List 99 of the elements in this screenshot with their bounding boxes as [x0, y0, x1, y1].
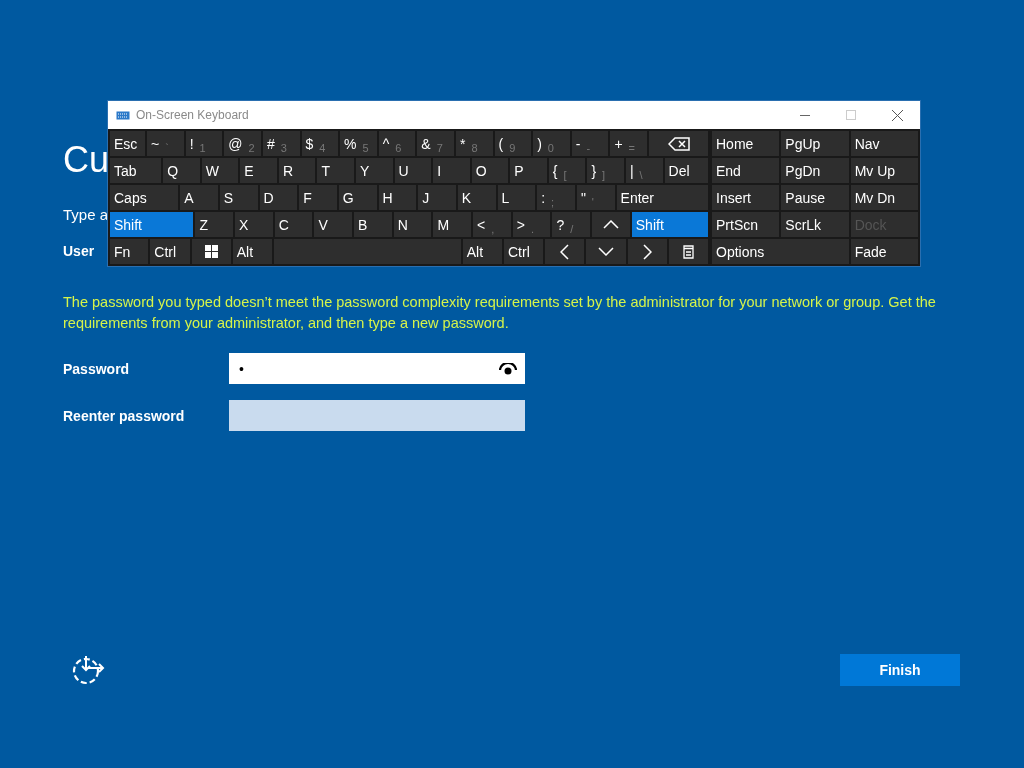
keyboard-key[interactable]: Ctrl	[503, 239, 544, 264]
accessibility-icon[interactable]	[71, 654, 105, 686]
keyboard-key[interactable]: C	[274, 212, 313, 237]
error-message: The password you typed doesn’t meet the password complexity requirements set by the administrator for your network or group. Get the requirements from your administrator, and then type a new password.	[63, 293, 937, 333]
keyboard-key[interactable]	[649, 131, 708, 156]
close-icon[interactable]	[891, 109, 903, 121]
keyboard-key[interactable]: } ]	[587, 158, 624, 183]
keyboard-key[interactable]: Home	[712, 131, 780, 156]
keyboard-key[interactable]: : ;	[537, 185, 575, 210]
keyboard-key[interactable]: Caps	[110, 185, 179, 210]
keyboard-key[interactable]: End	[712, 158, 780, 183]
keyboard-key[interactable]: I	[433, 158, 470, 183]
keyboard-key[interactable]: & 7	[417, 131, 454, 156]
keyboard-key[interactable]: | \	[625, 158, 663, 183]
keyboard-key[interactable]: P	[510, 158, 547, 183]
keyboard-key[interactable]: N	[393, 212, 432, 237]
keyboard-key[interactable]: - -	[571, 131, 609, 156]
eye-icon[interactable]	[499, 363, 517, 375]
keyboard-key[interactable]: L	[497, 185, 536, 210]
field-label: Reenter password	[63, 407, 185, 424]
keyboard-key[interactable]: Pause	[781, 185, 849, 210]
field-label: User	[63, 242, 95, 259]
keyboard-key[interactable]: @ 2	[224, 131, 261, 156]
keyboard-key[interactable]: > .	[512, 212, 551, 237]
field-label: Password	[63, 360, 130, 377]
keyboard-key[interactable]: M	[433, 212, 472, 237]
keyboard-key[interactable]: PrtScn	[712, 212, 780, 237]
keyboard-icon	[116, 110, 130, 120]
intro-text: Type a	[63, 206, 109, 223]
chevron-up-icon	[602, 220, 619, 229]
keyboard-key[interactable]: Del	[664, 158, 709, 183]
keyboard-key[interactable]: ? /	[552, 212, 591, 237]
keyboard-key[interactable]: Alt	[462, 239, 502, 264]
keyboard-key[interactable]: B	[354, 212, 392, 237]
keyboard-key[interactable]	[627, 239, 667, 264]
keyboard-key[interactable]: X	[235, 212, 273, 237]
keyboard-key[interactable]: $ 4	[301, 131, 339, 156]
reenter-password-field[interactable]	[229, 400, 525, 431]
keyboard-key[interactable]	[191, 239, 231, 264]
keyboard-key[interactable]: Enter	[616, 185, 708, 210]
keyboard-key[interactable]: W	[201, 158, 239, 183]
keyboard-key[interactable]: Mv Up	[850, 158, 918, 183]
keyboard-key[interactable]: K	[457, 185, 496, 210]
document-icon	[682, 244, 694, 259]
keyboard-key[interactable]: U	[394, 158, 432, 183]
keyboard-key[interactable]: ^ 6	[378, 131, 416, 156]
keyboard-key[interactable]: Alt	[232, 239, 272, 264]
keyboard-key[interactable]: + =	[610, 131, 647, 156]
chevron-down-icon	[597, 247, 614, 256]
chevron-right-icon	[642, 243, 652, 260]
keyboard-key[interactable]: T	[317, 158, 355, 183]
minimize-icon[interactable]	[800, 114, 810, 116]
keyboard-key[interactable]: % 5	[340, 131, 377, 156]
keyboard-key[interactable]: " '	[576, 185, 615, 210]
keyboard-key[interactable]: E	[240, 158, 277, 183]
keyboard-key[interactable]: ScrLk	[781, 212, 849, 237]
keyboard-key[interactable]: V	[314, 212, 353, 237]
keyboard-key[interactable]: PgUp	[781, 131, 849, 156]
keyboard-key[interactable]: S	[219, 185, 258, 210]
keyboard-key[interactable]: R	[278, 158, 316, 183]
page-heading: Cu	[63, 138, 110, 182]
window-title: On-Screen Keyboard	[136, 108, 250, 122]
keyboard-key[interactable]: Insert	[712, 185, 780, 210]
keyboard-key[interactable]: O	[471, 158, 509, 183]
keyboard-key[interactable]: < ,	[473, 212, 511, 237]
keyboard-key[interactable]: ~ `	[147, 131, 184, 156]
four-panes-icon	[204, 245, 218, 258]
password-field[interactable]: •	[229, 353, 525, 384]
keyboard-key[interactable]: Esc	[110, 131, 146, 156]
backspace-icon	[667, 136, 690, 151]
keyboard-key[interactable]: Fn	[110, 239, 149, 264]
keyboard-key[interactable]: J	[418, 185, 456, 210]
keyboard-key[interactable]: Z	[195, 212, 234, 237]
keyboard-key[interactable]: Shift	[631, 212, 708, 237]
keyboard-key[interactable]: PgDn	[781, 158, 849, 183]
keyboard-key[interactable]: * 8	[455, 131, 493, 156]
keyboard-key[interactable]: ) 0	[533, 131, 570, 156]
keyboard-key[interactable]: Y	[356, 158, 393, 183]
keyboard-key[interactable]: H	[378, 185, 417, 210]
keyboard-key[interactable]: F	[299, 185, 337, 210]
keyboard-key[interactable]: Options	[712, 239, 849, 264]
keyboard-key[interactable]: A	[180, 185, 218, 210]
keyboard-key[interactable]: { [	[548, 158, 586, 183]
keyboard-key[interactable]: Ctrl	[150, 239, 190, 264]
keyboard-key[interactable]: Q	[163, 158, 200, 183]
keyboard-key[interactable]: Nav	[850, 131, 918, 156]
keyboard-key[interactable]: Tab	[110, 158, 162, 183]
keyboard-key[interactable]: Mv Dn	[850, 185, 918, 210]
keyboard-key[interactable]	[668, 239, 708, 264]
keyboard-key[interactable]: G	[338, 185, 377, 210]
keyboard-key[interactable]: ( 9	[494, 131, 532, 156]
keyboard-key[interactable]: D	[259, 185, 298, 210]
keyboard-key[interactable]: # 3	[262, 131, 300, 156]
finish-button[interactable]: Finish	[840, 654, 960, 686]
keyboard-key[interactable]: Fade	[850, 239, 918, 264]
keyboard-key[interactable]: ! 1	[185, 131, 223, 156]
keyboard-key[interactable]	[545, 239, 585, 264]
keyboard-key[interactable]: Shift	[110, 212, 194, 237]
chevron-left-icon	[560, 243, 570, 260]
